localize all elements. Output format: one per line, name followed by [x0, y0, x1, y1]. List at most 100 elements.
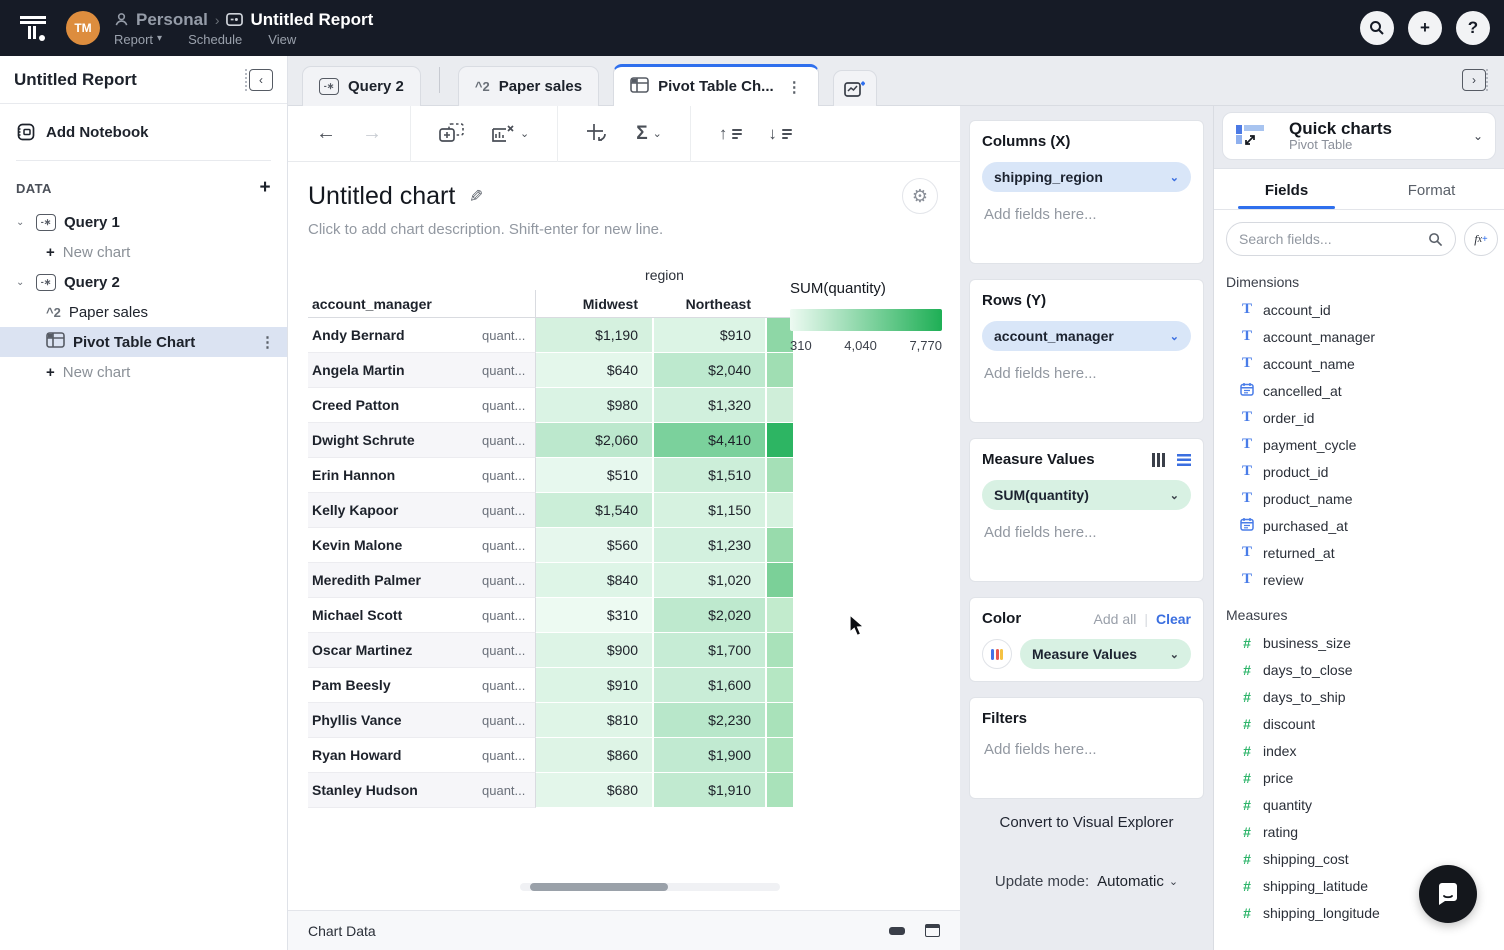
heatmap-cell[interactable]: $1,190 [536, 318, 652, 353]
field-item-product_id[interactable]: Tproduct_id [1214, 458, 1504, 485]
field-item-index[interactable]: #index [1214, 737, 1504, 764]
field-item-order_id[interactable]: Torder_id [1214, 404, 1504, 431]
heatmap-cell[interactable]: $1,600 [652, 668, 765, 703]
chart-title[interactable]: Untitled chart [308, 182, 455, 211]
help-button[interactable]: ? [1456, 11, 1490, 45]
sort-ascending-button[interactable]: ↑ [719, 124, 743, 144]
field-item-returned_at[interactable]: Treturned_at [1214, 539, 1504, 566]
minimize-icon[interactable] [889, 927, 905, 935]
chart-description-placeholder[interactable]: Click to add chart description. Shift-en… [308, 221, 940, 238]
tab-query-2[interactable]: -∗Query 2 [302, 66, 421, 106]
heatmap-cell-partial[interactable] [765, 668, 793, 703]
tab-paper-sales[interactable]: ^2Paper sales [458, 66, 599, 106]
kebab-menu-icon[interactable]: ⋮ [260, 333, 275, 351]
report-title[interactable]: Untitled Report [250, 10, 373, 30]
add-all-link[interactable]: Add all [1094, 611, 1137, 627]
heatmap-cell-partial[interactable] [765, 528, 793, 563]
search-fields-input[interactable] [1239, 231, 1420, 247]
heatmap-cell[interactable]: $640 [536, 353, 652, 388]
sidebar-item-pivot-table-chart[interactable]: Pivot Table Chart⋮ [0, 327, 287, 357]
add-data-button[interactable]: + [260, 177, 272, 199]
menu-view[interactable]: View [268, 32, 296, 47]
heatmap-cell[interactable]: $910 [652, 318, 765, 353]
field-item-account_manager[interactable]: Taccount_manager [1214, 323, 1504, 350]
heatmap-cell-partial[interactable] [765, 353, 793, 388]
field-item-account_name[interactable]: Taccount_name [1214, 350, 1504, 377]
field-item-cancelled_at[interactable]: cancelled_at [1214, 377, 1504, 404]
aggregate-button[interactable]: Σ ⌄ [636, 123, 662, 145]
heatmap-cell[interactable]: $860 [536, 738, 652, 773]
field-item-days_to_ship[interactable]: #days_to_ship [1214, 683, 1504, 710]
field-item-quantity[interactable]: #quantity [1214, 791, 1504, 818]
edit-title-icon[interactable]: ✎ [469, 187, 483, 207]
heatmap-cell[interactable]: $810 [536, 703, 652, 738]
field-item-business_size[interactable]: #business_size [1214, 629, 1504, 656]
color-field-pill[interactable]: Measure Values⌄ [1020, 639, 1191, 669]
heatmap-cell-partial[interactable] [765, 423, 793, 458]
heatmap-cell[interactable]: $4,410 [652, 423, 765, 458]
field-item-purchased_at[interactable]: purchased_at [1214, 512, 1504, 539]
undo-button[interactable]: ← [316, 122, 336, 145]
color-swatch-icon[interactable] [982, 639, 1012, 669]
heatmap-cell[interactable]: $1,230 [652, 528, 765, 563]
tab-format[interactable]: Format [1359, 169, 1504, 209]
heatmap-cell[interactable]: $1,510 [652, 458, 765, 493]
heatmap-cell[interactable]: $2,020 [652, 598, 765, 633]
redo-button[interactable]: → [362, 122, 382, 145]
sidebar-new-chart[interactable]: +New chart [0, 357, 287, 387]
rows-field-pill[interactable]: account_manager⌄ [982, 321, 1191, 351]
tab-fields[interactable]: Fields [1214, 169, 1359, 209]
heatmap-cell-partial[interactable] [765, 773, 793, 808]
heatmap-cell[interactable]: $1,700 [652, 633, 765, 668]
field-item-rating[interactable]: #rating [1214, 818, 1504, 845]
heatmap-cell[interactable]: $680 [536, 773, 652, 808]
quick-charts-selector[interactable]: Quick charts Pivot Table ⌄ [1222, 112, 1496, 160]
columns-layout-icon[interactable] [1152, 453, 1165, 467]
heatmap-cell-partial[interactable] [765, 703, 793, 738]
kebab-menu-icon[interactable]: ⋮ [787, 78, 802, 96]
heatmap-cell[interactable]: $910 [536, 668, 652, 703]
menu-schedule[interactable]: Schedule [188, 32, 242, 47]
heatmap-cell-partial[interactable] [765, 598, 793, 633]
new-chart-tab[interactable] [833, 70, 877, 106]
transpose-button[interactable] [586, 123, 610, 145]
workspace-name[interactable]: Personal [136, 10, 208, 30]
field-item-account_id[interactable]: Taccount_id [1214, 296, 1504, 323]
sidebar-item-paper-sales[interactable]: ^2Paper sales [0, 297, 287, 327]
horizontal-scrollbar[interactable] [520, 883, 780, 891]
rows-layout-icon[interactable] [1177, 454, 1191, 466]
heatmap-cell[interactable]: $510 [536, 458, 652, 493]
heatmap-cell-partial[interactable] [765, 563, 793, 598]
app-logo-icon[interactable] [14, 9, 52, 47]
sidebar-item-query-2[interactable]: ⌄-∗Query 2 [0, 267, 287, 297]
columns-field-pill[interactable]: shipping_region⌄ [982, 162, 1191, 192]
heatmap-cell[interactable]: $560 [536, 528, 652, 563]
heatmap-cell[interactable]: $1,900 [652, 738, 765, 773]
clear-link[interactable]: Clear [1156, 611, 1191, 627]
scrollbar-thumb[interactable] [530, 883, 668, 891]
sidebar-new-chart[interactable]: +New chart [0, 237, 287, 267]
rows-add-fields[interactable]: Add fields here... [984, 365, 1191, 382]
add-notebook-button[interactable]: Add Notebook [16, 122, 271, 142]
convert-visual-explorer-button[interactable]: Convert to Visual Explorer [969, 814, 1204, 831]
chart-settings-button[interactable]: ⚙ [902, 178, 938, 214]
chat-widget-button[interactable] [1419, 865, 1477, 923]
field-item-product_name[interactable]: Tproduct_name [1214, 485, 1504, 512]
heatmap-cell[interactable]: $1,320 [652, 388, 765, 423]
field-item-days_to_close[interactable]: #days_to_close [1214, 656, 1504, 683]
heatmap-cell-partial[interactable] [765, 388, 793, 423]
heatmap-cell[interactable]: $980 [536, 388, 652, 423]
heatmap-cell-partial[interactable] [765, 493, 793, 528]
heatmap-cell[interactable]: $1,150 [652, 493, 765, 528]
add-formula-button[interactable]: fx+ [1464, 222, 1498, 256]
collapse-right-panel-button[interactable]: › [1462, 69, 1488, 91]
menu-report[interactable]: Report▾ [114, 32, 162, 47]
filters-add-fields[interactable]: Add fields here... [984, 741, 1191, 758]
heatmap-cell[interactable]: $840 [536, 563, 652, 598]
heatmap-cell-partial[interactable] [765, 318, 793, 353]
update-mode-select[interactable]: Automatic⌄ [1097, 873, 1178, 890]
heatmap-cell[interactable]: $2,040 [652, 353, 765, 388]
search-button[interactable] [1360, 11, 1394, 45]
sidebar-item-query-1[interactable]: ⌄-∗Query 1 [0, 207, 287, 237]
heatmap-cell-partial[interactable] [765, 458, 793, 493]
